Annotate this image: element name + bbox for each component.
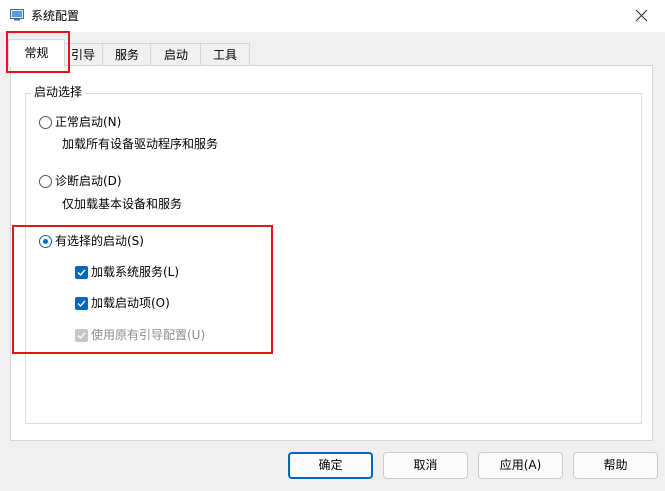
title-bar: 系统配置 <box>0 0 665 32</box>
tab-services[interactable]: 服务 <box>102 43 152 66</box>
normal-startup-label[interactable]: 正常启动(N) <box>55 114 121 130</box>
diagnostic-startup-description: 仅加载基本设备和服务 <box>62 197 183 211</box>
system-config-icon <box>10 9 24 21</box>
tab-tools-label: 工具 <box>212 48 237 62</box>
startup-selection-label: 启动选择 <box>31 84 86 100</box>
normal-startup-description: 加载所有设备驱动程序和服务 <box>62 137 219 151</box>
cancel-button[interactable]: 取消 <box>383 452 468 479</box>
apply-button-label: 应用(A) <box>499 458 542 472</box>
diagnostic-startup-label[interactable]: 诊断启动(D) <box>55 173 122 189</box>
normal-startup-radio[interactable] <box>39 116 52 129</box>
help-button-label: 帮助 <box>603 458 628 472</box>
diagnostic-startup-radio[interactable] <box>39 175 52 188</box>
close-button[interactable] <box>619 0 665 32</box>
tab-startup[interactable]: 启动 <box>150 43 202 66</box>
cancel-button-label: 取消 <box>413 458 438 472</box>
tab-services-label: 服务 <box>114 48 139 62</box>
window-title: 系统配置 <box>31 9 80 23</box>
selective-startup-highlight-box <box>12 225 273 354</box>
tab-highlight-box <box>6 31 70 73</box>
ok-button[interactable]: 确定 <box>288 452 373 479</box>
system-config-window: 系统配置 常规 引导 服务 启动 工具 启动选择 正常启动(N) 加载所有设备驱… <box>0 0 665 491</box>
general-tab-panel: 启动选择 正常启动(N) 加载所有设备驱动程序和服务 诊断启动(D) 仅加载基本… <box>10 65 653 441</box>
ok-button-label: 确定 <box>318 458 343 472</box>
apply-button[interactable]: 应用(A) <box>478 452 563 479</box>
tab-boot-label: 引导 <box>70 48 95 62</box>
tab-startup-label: 启动 <box>163 48 188 62</box>
tab-tools[interactable]: 工具 <box>200 43 250 66</box>
help-button[interactable]: 帮助 <box>573 452 658 479</box>
